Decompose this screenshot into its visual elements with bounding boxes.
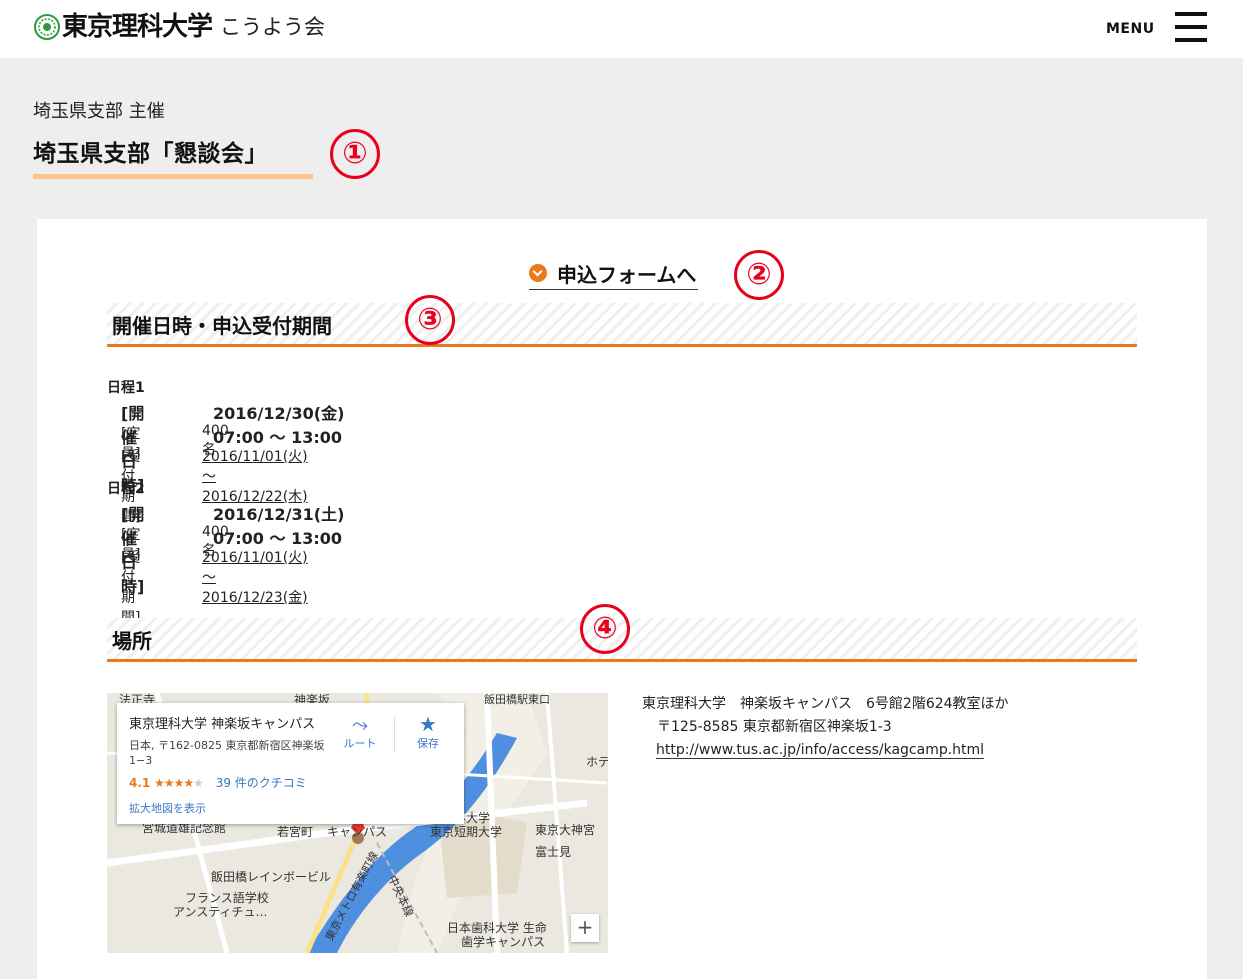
rating-star-empty-icon: ★ — [193, 776, 204, 790]
map-label: 東京短期大学 — [430, 825, 503, 839]
schedule-day: 日程1 — [107, 380, 145, 396]
title-underline — [33, 174, 313, 179]
chevron-down-icon — [529, 264, 547, 282]
application-form-link-label: 申込フォームへ — [557, 262, 697, 287]
logo-subtext: こうよう会 — [220, 14, 326, 39]
reception-period-link[interactable]: 2016/11/01(火) 〜 2016/12/22(木) — [202, 446, 308, 506]
logo-text: 東京理科大学 — [62, 12, 213, 42]
event-datetime: 2016/12/30(金) 07:00 〜 13:00 — [213, 404, 345, 447]
application-form-link[interactable]: 申込フォームへ — [529, 257, 699, 290]
map-label: 若宮町 — [277, 825, 314, 839]
annotation-marker-2: ② — [734, 250, 784, 300]
rating-score: 4.1 — [129, 776, 151, 790]
schedule-day: 日程2 — [107, 481, 145, 497]
schedule-block-1: 日程1 [開催日時] 2016/12/30(金) 07:00 〜 13:00 [… — [107, 377, 344, 525]
reception-label: [受付期間] — [121, 550, 141, 626]
map-info-window: 東京理科大学 神楽坂キャンパス 日本, 〒162-0825 東京都新宿区神楽坂1… — [117, 703, 464, 824]
map-label: 飯田橋駅東口 — [484, 693, 550, 706]
page-title: 埼玉県支部「懇談会」 — [33, 141, 268, 167]
map-zoom-in-button[interactable]: + — [571, 914, 599, 942]
menu-label[interactable]: MENU — [1106, 21, 1155, 37]
annotation-marker-3: ③ — [405, 295, 455, 345]
venue-access-link[interactable]: http://www.tus.ac.jp/info/access/kagcamp… — [656, 742, 985, 759]
place-section-title: 場所 — [112, 629, 152, 653]
directions-icon: ⤳ — [352, 712, 368, 736]
event-datetime: 2016/12/31(土) 07:00 〜 13:00 — [213, 505, 345, 548]
venue-name: 東京理科大学 神楽坂キャンパス 6号館2階624教室ほか — [642, 696, 1009, 712]
info-divider — [394, 717, 395, 753]
site-header: 東京理科大学 こうよう会 MENU — [0, 0, 1243, 58]
site-logo[interactable]: 東京理科大学 こうよう会 — [34, 10, 325, 44]
map-label: 富士見 — [535, 845, 572, 859]
star-icon: ★ — [419, 712, 437, 736]
save-button[interactable]: ★ 保存 — [403, 713, 453, 751]
map-label: ホテ — [586, 755, 608, 769]
venue-info: 東京理科大学 神楽坂キャンパス 6号館2階624教室ほか 〒125-8585 東… — [642, 693, 1009, 762]
route-button[interactable]: ⤳ ルート — [335, 713, 385, 751]
venue-address: 〒125-8585 東京都新宿区神楽坂1-3 — [657, 719, 892, 735]
enlarge-map-link[interactable]: 拡大地図を表示 — [129, 800, 206, 816]
map-label: アンスティチュ… — [173, 905, 268, 919]
place-rating: 4.1 ★★★★★ 39 件のクチコミ — [129, 774, 307, 791]
map-label: 東京大神宮 — [535, 823, 596, 837]
place-address: 日本, 〒162-0825 東京都新宿区神楽坂1−3 — [129, 739, 325, 767]
university-emblem-icon — [34, 14, 60, 40]
save-button-label: 保存 — [417, 737, 439, 750]
map-label: 歯学キャンパス — [461, 935, 546, 949]
map-label: キャンパス — [327, 825, 388, 839]
map-label: 飯田橋レインボービル — [211, 870, 332, 884]
rating-stars-icon: ★★★★ — [154, 776, 194, 790]
annotation-marker-4: ④ — [580, 604, 630, 654]
route-button-label: ルート — [343, 737, 377, 750]
place-name: 東京理科大学 神楽坂キャンパス — [129, 717, 316, 732]
review-count-link[interactable]: 39 件のクチコミ — [216, 776, 307, 790]
schedule-section-heading: 開催日時・申込受付期間 — [107, 303, 1137, 347]
schedule-section-title: 開催日時・申込受付期間 — [112, 314, 332, 338]
hamburger-menu-icon[interactable] — [1175, 12, 1207, 42]
schedule-block-2: 日程2 [開催日時] 2016/12/31(土) 07:00 〜 13:00 [… — [107, 478, 344, 626]
reception-period-link[interactable]: 2016/11/01(火) 〜 2016/12/23(金) — [202, 547, 308, 607]
annotation-marker-1: ① — [330, 129, 380, 179]
event-organizer: 埼玉県支部 主催 — [33, 101, 165, 122]
